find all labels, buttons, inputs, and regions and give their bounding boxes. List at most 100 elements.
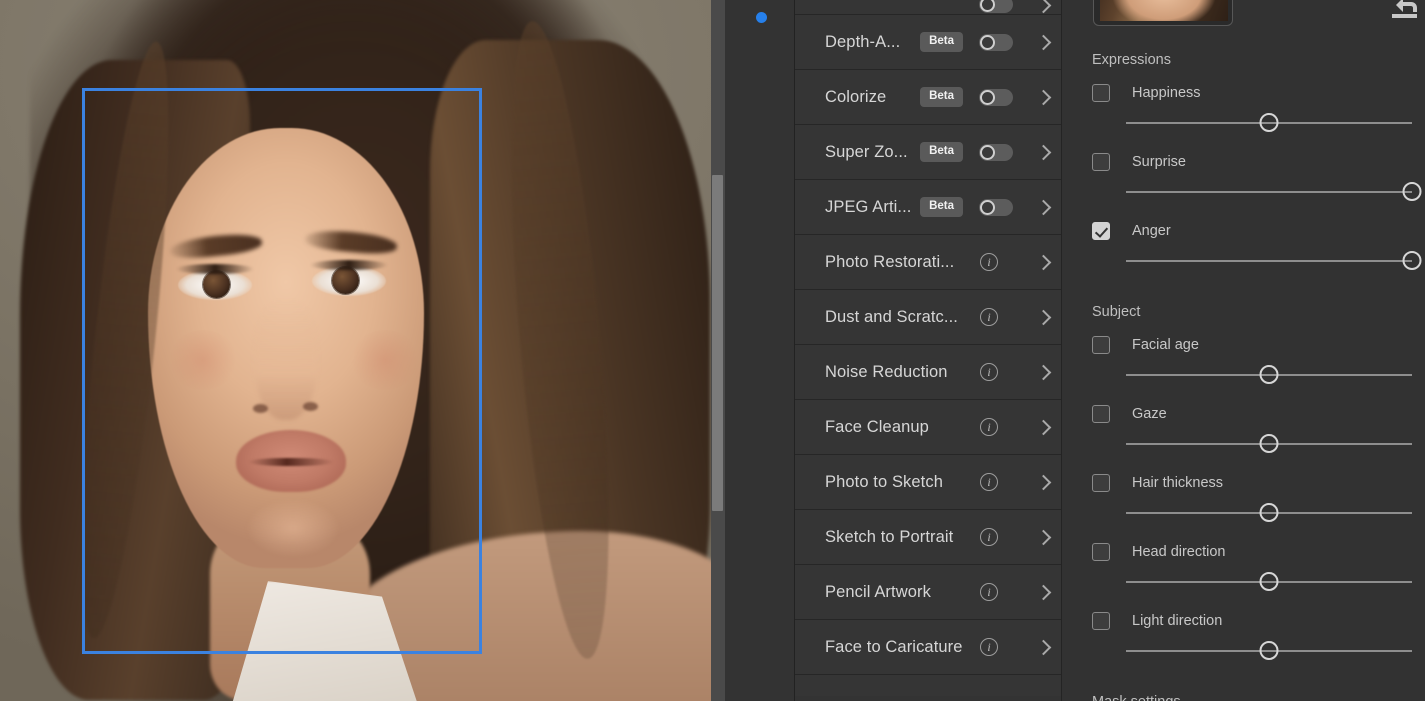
chevron-right-icon[interactable] xyxy=(1035,309,1051,325)
slider[interactable] xyxy=(1126,641,1412,661)
chevron-right-icon[interactable] xyxy=(1035,144,1051,160)
slider-track xyxy=(1126,191,1412,193)
control-value[interactable]: 50 xyxy=(1420,223,1425,239)
info-icon[interactable]: i xyxy=(980,638,998,656)
slider[interactable] xyxy=(1126,113,1412,133)
info-icon[interactable]: i xyxy=(980,528,998,546)
info-icon[interactable]: i xyxy=(980,418,998,436)
control-label: Head direction xyxy=(1132,544,1420,560)
slider-track xyxy=(1126,260,1412,262)
slider-control: Hair thickness0 xyxy=(1092,473,1425,523)
slider-control-header: Anger50 xyxy=(1092,221,1425,241)
slider-control: Anger50 xyxy=(1092,221,1425,271)
feature-row[interactable]: Pencil Artworki xyxy=(795,565,1061,620)
feature-toggle-switch[interactable] xyxy=(979,34,1013,51)
chevron-right-icon[interactable] xyxy=(1035,584,1051,600)
slider-control: Gaze0 xyxy=(1092,404,1425,454)
feature-row[interactable]: JPEG Arti...Beta xyxy=(795,180,1061,235)
control-value[interactable]: 0 xyxy=(1420,475,1425,491)
feature-row[interactable]: Face Cleanupi xyxy=(795,400,1061,455)
info-icon[interactable]: i xyxy=(980,363,998,381)
enable-checkbox[interactable] xyxy=(1092,336,1110,354)
feature-row[interactable]: Super Zo...Beta xyxy=(795,125,1061,180)
slider[interactable] xyxy=(1126,503,1412,523)
slider-thumb[interactable] xyxy=(1260,572,1279,591)
feature-row[interactable]: ColorizeBeta xyxy=(795,70,1061,125)
slider-thumb[interactable] xyxy=(1260,503,1279,522)
feature-name: Dust and Scratc... xyxy=(825,308,980,327)
feature-name: Sketch to Portrait xyxy=(825,528,980,547)
feature-row[interactable]: Sketch to Portraiti xyxy=(795,510,1061,565)
slider-thumb[interactable] xyxy=(1260,641,1279,660)
feature-row[interactable] xyxy=(795,675,1061,696)
chevron-right-icon[interactable] xyxy=(1035,419,1051,435)
slider[interactable] xyxy=(1126,182,1412,202)
enable-checkbox[interactable] xyxy=(1092,153,1110,171)
enable-checkbox[interactable] xyxy=(1092,222,1110,240)
control-label: Anger xyxy=(1132,223,1420,239)
feature-row[interactable]: Dust and Scratc...i xyxy=(795,290,1061,345)
enable-checkbox[interactable] xyxy=(1092,405,1110,423)
slider-thumb[interactable] xyxy=(1403,251,1422,270)
feature-row[interactable]: Face to Caricaturei xyxy=(795,620,1061,675)
control-value[interactable]: 0 xyxy=(1420,406,1425,422)
info-icon[interactable]: i xyxy=(980,473,998,491)
slider[interactable] xyxy=(1126,251,1412,271)
control-value[interactable]: 50 xyxy=(1420,154,1425,170)
chevron-right-icon[interactable] xyxy=(1035,0,1051,13)
control-value[interactable]: 0 xyxy=(1420,337,1425,353)
section-title: Subject xyxy=(1092,304,1140,320)
feature-row[interactable]: Photo Restorati...i xyxy=(795,235,1061,290)
slider[interactable] xyxy=(1126,572,1412,592)
feature-toggle-switch[interactable] xyxy=(979,144,1013,161)
feature-list[interactable]: Depth-A...BetaColorizeBetaSuper Zo...Bet… xyxy=(795,0,1061,696)
beta-badge: Beta xyxy=(920,197,963,217)
chevron-right-icon[interactable] xyxy=(1035,639,1051,655)
chevron-right-icon[interactable] xyxy=(1035,529,1051,545)
chevron-right-icon[interactable] xyxy=(1035,199,1051,215)
photo-lash-right xyxy=(310,260,388,270)
slider-thumb[interactable] xyxy=(1260,365,1279,384)
chevron-right-icon[interactable] xyxy=(1035,34,1051,50)
chevron-right-icon[interactable] xyxy=(1035,474,1051,490)
feature-toggle-switch[interactable] xyxy=(979,89,1013,106)
feature-toggle-switch[interactable] xyxy=(979,199,1013,216)
slider[interactable] xyxy=(1126,365,1412,385)
slider-thumb[interactable] xyxy=(1260,434,1279,453)
slider-thumb[interactable] xyxy=(1403,182,1422,201)
beta-badge: Beta xyxy=(920,32,963,52)
chevron-right-icon[interactable] xyxy=(1035,89,1051,105)
enable-checkbox[interactable] xyxy=(1092,612,1110,630)
info-icon[interactable]: i xyxy=(980,583,998,601)
photo-chin xyxy=(248,500,338,556)
enable-checkbox[interactable] xyxy=(1092,84,1110,102)
slider-thumb[interactable] xyxy=(1260,113,1279,132)
feature-row[interactable] xyxy=(795,0,1061,15)
enable-checkbox[interactable] xyxy=(1092,543,1110,561)
application-window: Depth-A...BetaColorizeBetaSuper Zo...Bet… xyxy=(0,0,1425,701)
info-icon[interactable]: i xyxy=(980,308,998,326)
section-title: Expressions xyxy=(1092,52,1171,68)
feature-row[interactable]: Depth-A...Beta xyxy=(795,15,1061,70)
canvas-vertical-scrollbar[interactable] xyxy=(711,0,725,701)
scrollbar-thumb[interactable] xyxy=(712,175,723,511)
info-icon[interactable]: i xyxy=(980,253,998,271)
enable-checkbox[interactable] xyxy=(1092,474,1110,492)
control-value[interactable]: 1 xyxy=(1420,85,1425,101)
feature-row[interactable]: Noise Reductioni xyxy=(795,345,1061,400)
feature-row[interactable]: Photo to Sketchi xyxy=(795,455,1061,510)
feature-name: Face Cleanup xyxy=(825,418,980,437)
control-value[interactable]: 0 xyxy=(1420,544,1425,560)
feature-name: Colorize xyxy=(825,88,920,107)
slider[interactable] xyxy=(1126,434,1412,454)
image-canvas[interactable] xyxy=(0,0,711,701)
feature-name: Photo to Sketch xyxy=(825,473,980,492)
slider-control: Head direction0 xyxy=(1092,542,1425,592)
face-thumbnail-card[interactable] xyxy=(1093,0,1233,26)
feature-toggle-switch[interactable] xyxy=(979,0,1013,13)
chevron-right-icon[interactable] xyxy=(1035,364,1051,380)
undo-arrow-icon[interactable] xyxy=(1389,0,1419,22)
control-value[interactable]: 0 xyxy=(1420,613,1425,629)
chevron-right-icon[interactable] xyxy=(1035,254,1051,270)
slider-control: Happiness1 xyxy=(1092,83,1425,133)
